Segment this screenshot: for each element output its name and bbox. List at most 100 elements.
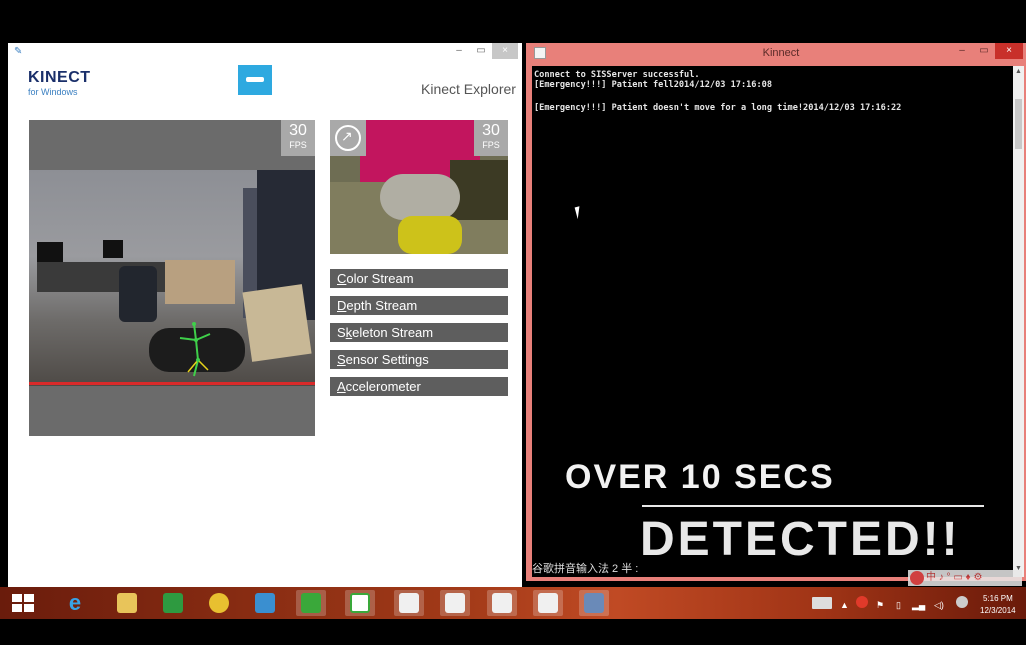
start-button[interactable] xyxy=(12,594,34,612)
java-icon xyxy=(538,593,558,613)
overlay-divider xyxy=(642,505,984,507)
depth-mid-region xyxy=(380,174,460,220)
maximize-button[interactable]: ▭ xyxy=(470,43,492,59)
console-window: Kinnect – ▭ × Connect to SISServer succe… xyxy=(526,43,1026,581)
depth-player-region xyxy=(398,216,462,254)
taskbar-store[interactable] xyxy=(158,590,188,616)
button-label: eleton Stream xyxy=(352,325,434,340)
ime-logo-icon[interactable] xyxy=(910,571,924,585)
kinect-sensor-icon[interactable] xyxy=(238,65,272,95)
button-label-prefix: S xyxy=(337,325,346,340)
scroll-up-icon[interactable]: ▲ xyxy=(1015,68,1022,75)
taskbar-internet-explorer[interactable]: e xyxy=(60,590,90,616)
chevron-up-icon[interactable]: ▲ xyxy=(840,600,849,610)
keyboard-icon[interactable] xyxy=(812,597,832,609)
overlay-caption-bottom: DETECTED!! xyxy=(640,513,961,566)
accelerometer-button[interactable]: Accelerometer xyxy=(330,377,508,396)
button-label: ccelerometer xyxy=(345,379,421,394)
kinect-logo: KINECT xyxy=(28,69,91,86)
title-bar[interactable]: ✎ – ▭ × xyxy=(8,43,522,63)
button-label: epth Stream xyxy=(346,298,418,313)
console-app-icon xyxy=(534,47,546,59)
internet-explorer-icon: e xyxy=(68,590,82,615)
button-label: ensor Settings xyxy=(345,352,429,367)
taskbar-java-4[interactable] xyxy=(533,590,563,616)
fps-label: FPS xyxy=(289,140,307,150)
console-line: Connect to SISServer successful. xyxy=(534,70,700,80)
fps-value: 30 xyxy=(482,122,500,139)
battery-icon[interactable]: ▯ xyxy=(896,600,901,611)
color-stream-view[interactable]: 30 FPS xyxy=(29,120,315,436)
taskbar-chrome[interactable] xyxy=(204,590,234,616)
taskbar-java-2[interactable] xyxy=(440,590,470,616)
access-key: A xyxy=(337,379,346,394)
minimize-button[interactable]: – xyxy=(448,43,470,59)
antivirus-icon[interactable] xyxy=(856,596,868,608)
office-chair xyxy=(119,266,157,322)
volume-icon[interactable]: ◁) xyxy=(934,600,944,611)
java-icon xyxy=(492,593,512,613)
cardboard-box xyxy=(242,284,312,362)
taskbar-camtasia-1[interactable] xyxy=(296,590,326,616)
skeleton-overlay xyxy=(179,322,211,377)
taskbar-app-blue[interactable] xyxy=(250,590,280,616)
scrollbar-thumb[interactable] xyxy=(1015,99,1022,149)
app-title: Kinect Explorer xyxy=(421,81,516,97)
ime-toolbar[interactable]: 中 ♪ ° ▭ ♦ ⚙ xyxy=(908,570,1022,586)
kinect-icon xyxy=(584,593,604,613)
close-button[interactable]: × xyxy=(492,43,518,59)
fps-counter: 30 FPS xyxy=(474,120,508,156)
depth-stream-view[interactable]: ↗ 30 FPS xyxy=(330,120,508,254)
monitor xyxy=(103,240,123,258)
maximize-button[interactable]: ▭ xyxy=(973,43,995,59)
taskbar: e xyxy=(0,587,1026,619)
cardboard-boxes xyxy=(165,260,235,304)
fps-label: FPS xyxy=(482,140,500,150)
kinect-explorer-window: ✎ – ▭ × KINECT for Windows Kinect Explor… xyxy=(8,43,522,587)
monitor xyxy=(37,242,63,262)
ime-status-text: 谷歌拼音输入法 2 半 : xyxy=(532,563,639,575)
depth-stream-button[interactable]: Depth Stream xyxy=(330,296,508,315)
minimize-button[interactable]: – xyxy=(951,43,973,59)
access-key: D xyxy=(337,298,347,313)
taskbar-camtasia-2[interactable] xyxy=(345,590,375,616)
sensor-settings-button[interactable]: Sensor Settings xyxy=(330,350,508,369)
swap-view-button[interactable]: ↗ xyxy=(330,120,366,156)
java-icon xyxy=(399,593,419,613)
close-button[interactable]: × xyxy=(995,43,1023,59)
folder-icon xyxy=(117,593,137,613)
chrome-icon xyxy=(209,593,229,613)
floor-plane-line xyxy=(29,382,315,385)
camtasia-icon xyxy=(301,593,321,613)
window-title: Kinnect xyxy=(762,47,800,59)
ime-icon[interactable] xyxy=(956,596,968,608)
access-key: C xyxy=(337,271,347,286)
color-stream-button[interactable]: Color Stream xyxy=(330,269,508,288)
taskbar-java-3[interactable] xyxy=(487,590,517,616)
windows-logo-icon-part xyxy=(24,604,34,612)
flag-icon[interactable]: ⚑ xyxy=(876,600,884,611)
windows-logo-icon-part xyxy=(24,594,34,602)
fps-value: 30 xyxy=(289,122,307,139)
windows-logo-icon xyxy=(12,594,22,602)
console-output[interactable]: Connect to SISServer successful. [Emerge… xyxy=(532,66,1013,577)
app-icon xyxy=(255,593,275,613)
app-icon: ✎ xyxy=(14,46,23,57)
taskbar-java-1[interactable] xyxy=(394,590,424,616)
arrow-icon: ↗ xyxy=(341,128,353,144)
clock-time[interactable]: 5:16 PM xyxy=(983,594,1013,603)
clock-date[interactable]: 12/3/2014 xyxy=(980,606,1016,615)
console-line: [Emergency!!!] Patient doesn't move for … xyxy=(534,103,902,113)
kinect-logo-sub: for Windows xyxy=(28,87,78,97)
camera-image xyxy=(29,170,315,386)
fps-counter: 30 FPS xyxy=(281,120,315,156)
overlay-caption-top: OVER 10 SECS xyxy=(565,458,835,496)
console-line: [Emergency!!!] Patient fell2014/12/03 17… xyxy=(534,80,772,90)
network-icon[interactable]: ▂▄ xyxy=(912,600,925,611)
windows-logo-icon-part xyxy=(12,604,22,612)
store-icon xyxy=(163,593,183,613)
access-key: S xyxy=(337,352,346,367)
skeleton-stream-button[interactable]: Skeleton Stream xyxy=(330,323,508,342)
taskbar-kinect-explorer[interactable] xyxy=(579,590,609,616)
taskbar-file-explorer[interactable] xyxy=(112,590,142,616)
